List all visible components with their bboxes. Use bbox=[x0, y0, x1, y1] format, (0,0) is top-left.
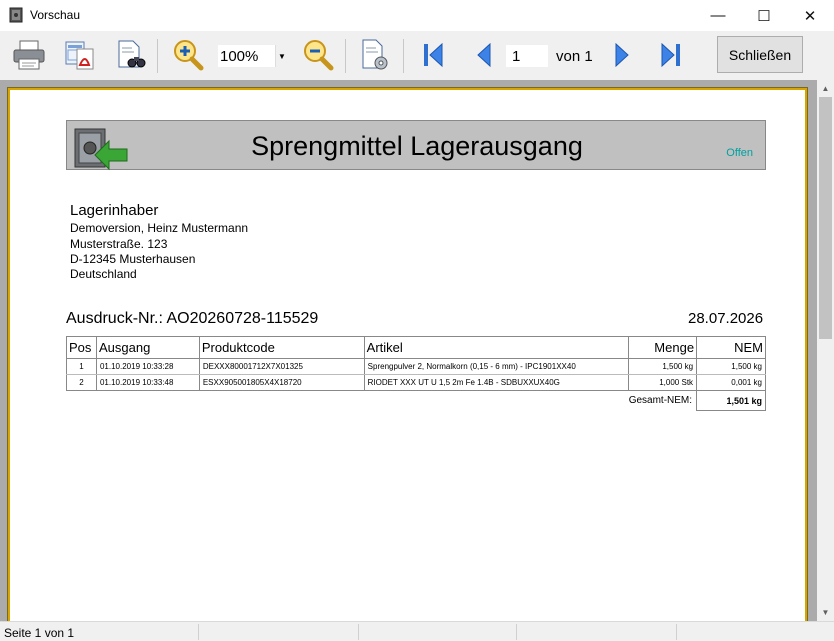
document-binoculars-icon bbox=[118, 40, 146, 68]
cell-nem: 1,500 kg bbox=[696, 358, 766, 375]
column-header-produktcode: Produktcode bbox=[198, 336, 365, 359]
status-divider bbox=[358, 624, 359, 640]
scroll-up-icon[interactable]: ▲ bbox=[817, 80, 834, 97]
preview-area[interactable]: Sprengmittel Lagerausgang Offen Lagerinh… bbox=[0, 80, 817, 621]
page-number-value: 1 bbox=[512, 48, 521, 65]
address-line: Demoversion, Heinz Mustermann bbox=[70, 221, 249, 235]
column-header-ausgang: Ausgang bbox=[95, 336, 200, 359]
total-label: Gesamt-NEM: bbox=[628, 395, 693, 407]
column-header-artikel: Artikel bbox=[363, 336, 630, 359]
report-date: 28.07.2026 bbox=[688, 310, 764, 327]
report-page: Sprengmittel Lagerausgang Offen Lagerinh… bbox=[8, 88, 807, 621]
minimize-button[interactable]: — bbox=[695, 0, 741, 31]
toolbar-separator bbox=[157, 39, 158, 73]
cell-produktcode: ESXX905001805X4X18720 bbox=[198, 374, 365, 391]
cell-artikel: RIODET XXX UT U 1,5 2m Fe 1.4B - SDBUXXU… bbox=[363, 374, 630, 391]
first-page-button[interactable] bbox=[418, 37, 448, 73]
cell-pos: 2 bbox=[66, 374, 97, 391]
cell-ausgang: 01.10.2019 10:33:48 bbox=[95, 374, 200, 391]
cell-produktcode: DEXXX80001712X7X01325 bbox=[198, 358, 365, 375]
minimize-icon: — bbox=[710, 7, 726, 24]
app-safe-icon bbox=[9, 7, 23, 23]
first-page-icon bbox=[424, 42, 443, 68]
address-heading: Lagerinhaber bbox=[70, 202, 159, 219]
page-count-label: von 1 bbox=[556, 48, 593, 65]
status-divider bbox=[676, 624, 677, 640]
cell-nem: 0,001 kg bbox=[696, 374, 766, 391]
total-value: 1,501 kg bbox=[696, 390, 766, 411]
cell-pos: 1 bbox=[66, 358, 97, 375]
report-status: Offen bbox=[726, 147, 753, 159]
previous-page-icon bbox=[477, 42, 491, 68]
column-header-pos: Pos bbox=[66, 336, 97, 359]
zoom-out-button[interactable] bbox=[300, 37, 336, 73]
title-bar: Vorschau — ☐ ✕ bbox=[0, 0, 834, 31]
address-line: Deutschland bbox=[70, 267, 137, 281]
cell-ausgang: 01.10.2019 10:33:28 bbox=[95, 358, 200, 375]
close-icon: ✕ bbox=[803, 7, 817, 25]
zoom-in-button[interactable] bbox=[170, 37, 206, 73]
last-page-button[interactable] bbox=[656, 37, 686, 73]
table-row: 2 01.10.2019 10:33:48 ESXX905001805X4X18… bbox=[66, 374, 766, 391]
scroll-down-icon[interactable]: ▼ bbox=[817, 604, 834, 621]
report-header: Sprengmittel Lagerausgang Offen bbox=[66, 120, 766, 171]
last-page-icon bbox=[661, 42, 680, 68]
status-bar: Seite 1 von 1 bbox=[0, 621, 834, 641]
column-header-menge: Menge bbox=[628, 336, 698, 359]
next-page-button[interactable] bbox=[608, 37, 636, 73]
table-header-row: Pos Ausgang Produktcode Artikel Menge NE… bbox=[66, 336, 766, 359]
export-pdf-button[interactable] bbox=[62, 37, 98, 73]
status-divider bbox=[516, 624, 517, 640]
vertical-scrollbar[interactable]: ▲ ▼ bbox=[817, 80, 834, 621]
page-number-input[interactable]: 1 bbox=[506, 45, 548, 67]
chevron-down-icon[interactable]: ▼ bbox=[275, 45, 288, 67]
close-window-button[interactable]: ✕ bbox=[787, 0, 833, 31]
column-header-nem: NEM bbox=[696, 336, 766, 359]
maximize-button[interactable]: ☐ bbox=[741, 0, 787, 31]
search-document-button[interactable] bbox=[112, 37, 148, 73]
zoom-in-icon bbox=[174, 40, 204, 71]
toolbar: 100% ▼ 1 von 1 bbox=[0, 31, 834, 80]
table-row: 1 01.10.2019 10:33:28 DEXXX80001712X7X01… bbox=[66, 358, 766, 375]
maximize-icon: ☐ bbox=[757, 7, 771, 25]
scrollbar-thumb[interactable] bbox=[819, 97, 832, 339]
address-line: Musterstraße. 123 bbox=[70, 237, 168, 251]
printer-icon bbox=[13, 40, 45, 70]
cell-artikel: Sprengpulver 2, Normalkorn (0,15 - 6 mm)… bbox=[363, 358, 630, 375]
window-title: Vorschau bbox=[30, 8, 81, 22]
cell-menge: 1,500 kg bbox=[628, 358, 698, 375]
report-title: Sprengmittel Lagerausgang bbox=[251, 131, 583, 161]
status-text: Seite 1 von 1 bbox=[4, 626, 75, 640]
print-button[interactable] bbox=[10, 37, 48, 73]
export-pdf-icon bbox=[65, 41, 94, 70]
status-divider bbox=[198, 624, 199, 640]
toolbar-separator bbox=[345, 39, 346, 73]
toolbar-separator bbox=[403, 39, 404, 73]
previous-page-button[interactable] bbox=[470, 37, 498, 73]
zoom-value: 100% bbox=[220, 48, 259, 65]
zoom-out-icon bbox=[304, 40, 334, 71]
items-table: Pos Ausgang Produktcode Artikel Menge NE… bbox=[66, 336, 766, 411]
page-settings-icon bbox=[362, 39, 388, 70]
next-page-icon bbox=[615, 42, 629, 68]
close-preview-button[interactable]: Schließen bbox=[717, 36, 803, 73]
page-setup-button[interactable] bbox=[358, 37, 392, 73]
zoom-select[interactable]: 100% ▼ bbox=[218, 45, 288, 67]
cell-menge: 1,000 Stk bbox=[628, 374, 698, 391]
print-number: Ausdruck-Nr.: AO20260728-115529 bbox=[66, 310, 319, 327]
total-row: Gesamt-NEM: 1,501 kg bbox=[67, 390, 766, 411]
address-line: D-12345 Musterhausen bbox=[70, 252, 196, 266]
